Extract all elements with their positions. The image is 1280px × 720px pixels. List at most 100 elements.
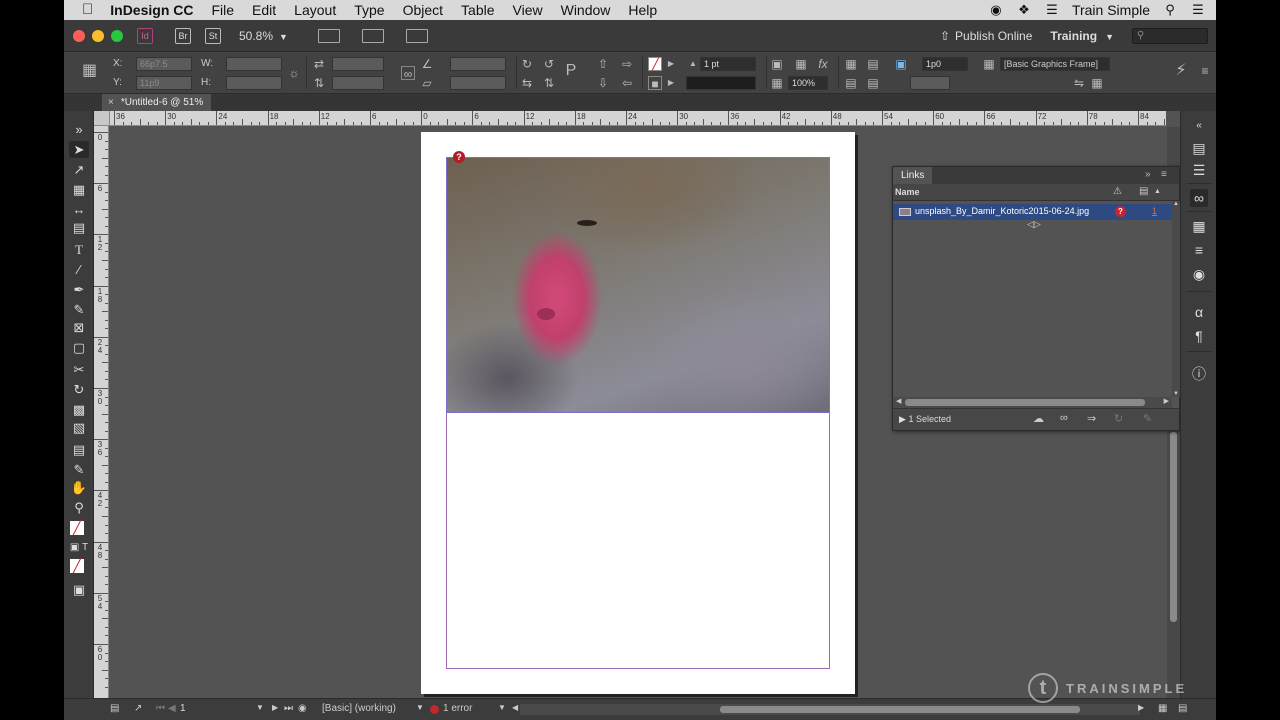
bridge-button[interactable]: Br <box>175 27 191 44</box>
fitting-icon[interactable]: ▤ <box>866 57 880 71</box>
drop-shadow-icon[interactable]: ▣ <box>770 57 784 71</box>
link-row[interactable]: unsplash_By_Damir_Kotoric2015-06-24.jpg … <box>893 204 1173 220</box>
missing-link-badge-icon[interactable]: ? <box>453 151 465 163</box>
note-tool-icon[interactable]: ▤ <box>69 441 89 458</box>
next-page-icon[interactable]: ▶ <box>272 703 278 712</box>
clear-overrides-icon[interactable]: ⇋ <box>1072 76 1086 90</box>
gradient-feather-tool-icon[interactable]: ▧ <box>69 419 89 436</box>
panel-collapse-icon[interactable]: » <box>69 121 89 138</box>
link-page-number[interactable]: 1 <box>1152 206 1157 216</box>
vertical-ruler[interactable]: 0 6 1 2 1 8 2 4 3 0 3 6 4 2 4 8 5 4 6 0 <box>94 126 109 698</box>
arrange-documents-icon[interactable] <box>405 28 428 43</box>
stroke-panel-icon[interactable]: ▦ <box>1190 217 1208 235</box>
opacity-field[interactable]: 100% <box>788 76 828 90</box>
close-icon[interactable]: × <box>108 97 114 108</box>
missing-link-icon[interactable]: ? <box>1115 206 1126 217</box>
menu-help[interactable]: Help <box>619 0 666 20</box>
page-tool-icon[interactable]: ▦ <box>69 181 89 198</box>
placed-image-frame[interactable] <box>446 157 830 413</box>
page-number-field[interactable]: 1 <box>180 703 260 717</box>
first-page-icon[interactable]: ⏮ <box>156 703 165 714</box>
panel-menu-icon[interactable]: ≡ <box>1198 64 1212 78</box>
stroke-dropdown-icon[interactable]: ▶ <box>664 76 678 90</box>
stroke-weight-field[interactable]: 1 pt <box>700 57 756 71</box>
select-next-icon[interactable]: ⇦ <box>620 76 634 90</box>
scroll-down-icon[interactable]: ▼ <box>1172 391 1180 397</box>
fill-none-swatch-icon[interactable]: ╱ <box>648 57 662 72</box>
align-icon[interactable]: ▤ <box>844 76 858 90</box>
hand-tool-icon[interactable]: ✋ <box>69 479 89 496</box>
clear-style-icon[interactable]: ▦ <box>1090 76 1104 90</box>
view-options-icon[interactable] <box>317 28 340 43</box>
disclosure-triangle-icon[interactable]: ▶ <box>899 414 906 424</box>
menu-layout[interactable]: Layout <box>285 0 345 20</box>
collapse-dock-icon[interactable]: « <box>1190 117 1208 135</box>
error-indicator-icon[interactable] <box>430 705 439 714</box>
eyedropper-tool-icon[interactable]: ✎ <box>69 461 89 478</box>
stroke-type-dropdown[interactable] <box>686 76 756 90</box>
window-zoom-button[interactable] <box>111 29 123 42</box>
offset-field[interactable]: 1p0 <box>922 57 968 71</box>
open-page-icon[interactable]: ↗ <box>134 703 142 714</box>
wifi-icon[interactable]: ☰ <box>1044 3 1060 17</box>
sort-ascending-icon[interactable]: ▲ <box>1154 188 1161 195</box>
ruler-origin[interactable] <box>94 111 110 126</box>
distribute-icon[interactable]: ▤ <box>866 76 880 90</box>
rotate-cw-icon[interactable]: ↻ <box>520 57 534 71</box>
corner-shape-dropdown[interactable] <box>910 76 950 90</box>
scroll-right-icon[interactable]: ▶ <box>1164 397 1169 405</box>
object-style-dropdown[interactable]: [Basic Graphics Frame] <box>1000 57 1110 71</box>
menu-window[interactable]: Window <box>552 0 620 20</box>
fx-icon[interactable]: fx <box>816 57 830 71</box>
window-minimize-button[interactable] <box>92 29 104 42</box>
menu-table[interactable]: Table <box>452 0 503 20</box>
scrollbar-thumb[interactable] <box>720 706 1080 713</box>
stroke-weight-stepper-icon[interactable]: ▲ <box>686 57 700 71</box>
last-page-icon[interactable]: ⏭ <box>284 703 293 714</box>
constrain-scale-icon[interactable]: ∞ <box>401 66 415 81</box>
status-column-warning-icon[interactable]: ⚠ <box>1113 186 1122 197</box>
preflight-icon[interactable]: ◉ <box>298 703 307 714</box>
layers-panel-icon[interactable]: ☰ <box>1190 161 1208 179</box>
height-field[interactable] <box>226 76 282 90</box>
select-container-icon[interactable]: ⇧ <box>596 57 610 71</box>
effects-icon[interactable]: ▦ <box>794 57 808 71</box>
select-content-icon[interactable]: ⇩ <box>596 76 610 90</box>
dropbox-icon[interactable]: ❖ <box>1016 3 1032 17</box>
line-tool-icon[interactable]: ∕ <box>69 261 89 278</box>
name-column-header[interactable]: Name <box>895 187 920 197</box>
help-search-input[interactable]: ⚲ <box>1132 27 1208 44</box>
update-link-icon[interactable]: ↻ <box>1114 412 1123 425</box>
links-panel-tab[interactable]: Links <box>893 167 933 184</box>
panel-menu-icon[interactable]: ≡ <box>1161 169 1167 180</box>
scale-x-field[interactable] <box>332 57 384 71</box>
collapse-panel-icon[interactable]: » <box>1145 169 1151 180</box>
lightning-icon[interactable]: ⚡ <box>1174 63 1188 79</box>
fill-swatch-icon[interactable]: ╱ <box>70 521 84 535</box>
pencil-tool-icon[interactable]: ✎ <box>69 301 89 318</box>
reference-point-icon[interactable]: ▦ <box>82 63 97 79</box>
menu-file[interactable]: File <box>202 0 243 20</box>
scale-y-field[interactable] <box>332 76 384 90</box>
screen-mode-icon[interactable]: ▣ <box>69 581 89 598</box>
page-nav-icon[interactable]: ▤ <box>110 703 119 714</box>
rotation-field[interactable] <box>450 57 506 71</box>
links-horizontal-scrollbar[interactable]: ◀ ▶ <box>893 397 1172 408</box>
screen-mode-icon[interactable] <box>361 28 384 43</box>
default-colors-icon[interactable]: ▣ T <box>69 539 89 556</box>
links-panel-icon[interactable]: ∞ <box>1190 189 1208 207</box>
scale-x-icon[interactable]: ⇄ <box>312 57 326 71</box>
width-field[interactable] <box>226 57 282 71</box>
shear-field[interactable] <box>450 76 506 90</box>
stroke-swatch-icon[interactable]: ■ <box>648 76 662 91</box>
relink-icon[interactable]: ∞ <box>1060 412 1068 424</box>
flip-vertical-icon[interactable]: ⇅ <box>542 76 556 90</box>
notification-center-icon[interactable]: ☰ <box>1190 3 1206 17</box>
links-vertical-scrollbar[interactable]: ▲ ▼ <box>1172 201 1180 397</box>
constrain-proportions-icon[interactable]: ☼ <box>287 66 301 80</box>
scroll-up-icon[interactable]: ▲ <box>1172 201 1180 207</box>
select-previous-icon[interactable]: ⇨ <box>620 57 634 71</box>
swatches-panel-icon[interactable]: ◉ <box>1190 265 1208 283</box>
error-count[interactable]: 1 error <box>443 703 472 714</box>
rectangle-tool-icon[interactable]: ▢ <box>69 339 89 356</box>
